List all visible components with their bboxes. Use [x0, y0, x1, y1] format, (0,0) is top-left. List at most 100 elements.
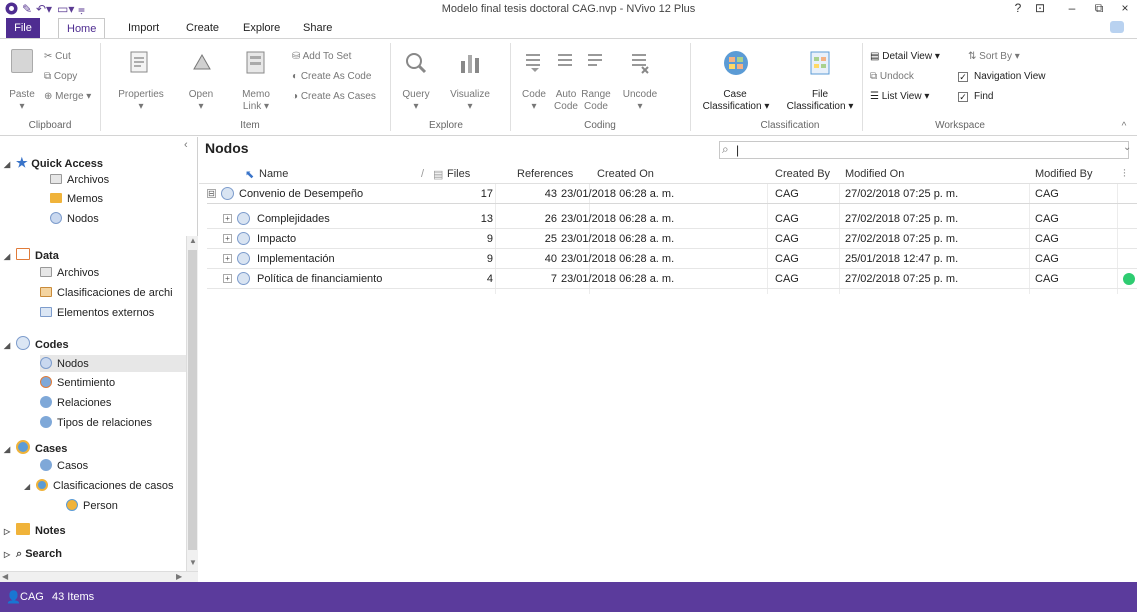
tab-share[interactable]: Share	[295, 18, 340, 38]
range-code-icon[interactable]	[586, 51, 606, 75]
nav-item-clasificaciones-archivos[interactable]: Clasificaciones de archi	[40, 287, 173, 299]
nav-vertical-scrollbar[interactable]: ▲ ▼	[186, 236, 198, 571]
nav-section-cases[interactable]: ◢ Cases	[4, 440, 67, 455]
properties-button[interactable]: Properties	[113, 89, 169, 100]
nav-item-nodos-codes[interactable]: Nodos	[40, 355, 186, 372]
column-modified-on[interactable]: Modified On	[845, 168, 904, 180]
navigation-view-checkbox[interactable]: ✓ Navigation View	[958, 71, 1046, 82]
ribbon-display-button[interactable]: ⊡	[1030, 1, 1050, 15]
nav-section-data[interactable]: ◢ Data	[4, 248, 59, 262]
scroll-up-icon[interactable]: ▲	[188, 236, 198, 248]
restore-button[interactable]: ⧉	[1089, 1, 1109, 16]
expand-toggle-icon[interactable]: +	[223, 254, 232, 263]
list-view-button[interactable]: ☰ List View ▾	[870, 91, 929, 102]
nav-section-quick-access[interactable]: ◢ ★ Quick Access	[4, 155, 103, 171]
comment-icon[interactable]	[1110, 21, 1124, 33]
file-classification-button[interactable]: Classification ▾	[778, 101, 862, 112]
scroll-left-icon[interactable]: ◀	[2, 572, 8, 581]
nav-item-nodos[interactable]: Nodos	[50, 212, 99, 225]
code-dropdown-icon[interactable]: ▾	[528, 101, 540, 112]
detail-view-button[interactable]: ▤ Detail View ▾	[870, 51, 940, 62]
merge-button[interactable]: ⊕ Merge ▾	[44, 91, 91, 102]
visualize-dropdown-icon[interactable]: ▾	[464, 101, 476, 112]
uncode-icon[interactable]	[630, 51, 650, 75]
paste-button[interactable]: Paste	[2, 89, 42, 100]
properties-icon[interactable]	[128, 49, 152, 77]
visualize-icon[interactable]	[458, 49, 482, 77]
tab-home[interactable]: Home	[58, 18, 106, 38]
collapse-nav-icon[interactable]: ‹	[184, 139, 188, 151]
nav-item-relaciones[interactable]: Relaciones	[40, 396, 111, 409]
tab-explore[interactable]: Explore	[235, 18, 288, 38]
table-row[interactable]: + Implementación 9 40 23/01/2018 06:28 a…	[207, 250, 1137, 269]
collapse-ribbon-icon[interactable]: ^	[1118, 121, 1130, 132]
nav-item-tipos-relaciones[interactable]: Tipos de relaciones	[40, 416, 152, 429]
expand-toggle-icon[interactable]: +	[223, 214, 232, 223]
table-row[interactable]: + Política de financiamiento 4 7 23/01/2…	[207, 270, 1137, 289]
uncode-dropdown-icon[interactable]: ▾	[634, 101, 646, 112]
scroll-right-icon[interactable]: ▶	[176, 572, 182, 581]
column-modified-by[interactable]: Modified By	[1035, 168, 1092, 180]
search-input[interactable]: ⌕ |	[719, 141, 1129, 159]
table-row[interactable]: + Impacto 9 25 23/01/2018 06:28 a. m. CA…	[207, 230, 1137, 249]
column-created-on[interactable]: Created On	[597, 168, 654, 180]
nav-item-person[interactable]: Person	[66, 499, 118, 512]
undock-button[interactable]: ⧉ Undock	[870, 71, 914, 82]
nav-item-archivos[interactable]: Archivos	[50, 174, 109, 186]
column-options-icon[interactable]: ⫶	[1123, 168, 1126, 181]
search-dropdown-icon[interactable]: ⌄	[1123, 142, 1131, 153]
range-label[interactable]: Range	[578, 89, 614, 100]
case-classification-icon[interactable]	[722, 49, 750, 77]
memo-link-icon[interactable]	[244, 49, 268, 77]
query-icon[interactable]	[404, 49, 428, 77]
column-name[interactable]: Name	[259, 168, 288, 180]
minimize-button[interactable]: –	[1062, 1, 1082, 15]
tab-file[interactable]: File	[6, 18, 40, 38]
query-dropdown-icon[interactable]: ▾	[410, 101, 422, 112]
create-as-cases-button[interactable]: ◑ Create As Cases	[292, 91, 376, 102]
memo-label[interactable]: Memo	[238, 89, 274, 100]
column-created-by[interactable]: Created By	[775, 168, 830, 180]
copy-button[interactable]: ⧉ Copy	[44, 71, 77, 82]
open-icon[interactable]	[190, 49, 214, 77]
file-classification-icon[interactable]	[806, 49, 834, 77]
uncode-button[interactable]: Uncode	[618, 89, 662, 100]
query-button[interactable]: Query	[396, 89, 436, 100]
find-checkbox[interactable]: ✓ Find	[958, 91, 993, 102]
add-to-set-button[interactable]: ⛁ Add To Set	[292, 51, 351, 62]
cut-button[interactable]: ✂ Cut	[44, 51, 71, 62]
collapse-toggle-icon[interactable]: ⊟	[207, 189, 216, 198]
range-code-button[interactable]: Code	[578, 101, 614, 112]
table-row[interactable]: ⊟ Convenio de Desempeño 17 43 23/01/2018…	[207, 185, 1137, 204]
expand-toggle-icon[interactable]: +	[223, 234, 232, 243]
scroll-down-icon[interactable]: ▼	[188, 558, 198, 570]
nav-item-archivos-data[interactable]: Archivos	[40, 267, 99, 279]
column-files[interactable]: Files	[447, 168, 470, 180]
properties-dropdown-icon[interactable]: ▾	[135, 101, 147, 112]
table-row[interactable]: + Complejidades 13 26 23/01/2018 06:28 a…	[207, 210, 1137, 229]
open-dropdown-icon[interactable]: ▾	[195, 101, 207, 112]
tab-import[interactable]: Import	[120, 18, 167, 38]
create-as-code-button[interactable]: ◐ Create As Code	[292, 71, 371, 82]
column-references[interactable]: References	[517, 168, 573, 180]
open-button[interactable]: Open	[184, 89, 218, 100]
nav-section-notes[interactable]: ▷ Notes	[4, 523, 66, 537]
sort-by-button[interactable]: ⇅ Sort By ▾	[968, 51, 1020, 62]
code-icon[interactable]	[524, 51, 544, 75]
paste-dropdown-icon[interactable]: ▾	[16, 101, 28, 112]
nav-horizontal-scrollbar[interactable]: ◀ ▶	[0, 571, 198, 582]
nav-item-clasificaciones-casos[interactable]: ◢ Clasificaciones de casos	[24, 479, 173, 492]
auto-code-icon[interactable]	[556, 51, 576, 75]
paste-icon[interactable]	[11, 49, 33, 73]
nav-item-memos[interactable]: Memos	[50, 193, 103, 205]
close-button[interactable]: ×	[1115, 1, 1135, 15]
nav-section-codes[interactable]: ◢ Codes	[4, 336, 69, 351]
tab-create[interactable]: Create	[178, 18, 227, 38]
nav-section-search[interactable]: ▷ ⌕ Search	[4, 548, 62, 561]
case-label[interactable]: Case	[700, 89, 770, 100]
case-classification-button[interactable]: Classification ▾	[695, 101, 777, 112]
file-label[interactable]: File	[786, 89, 854, 100]
help-button[interactable]: ?	[1008, 1, 1028, 15]
nav-item-elementos-externos[interactable]: Elementos externos	[40, 307, 154, 319]
scroll-thumb[interactable]	[188, 250, 197, 550]
